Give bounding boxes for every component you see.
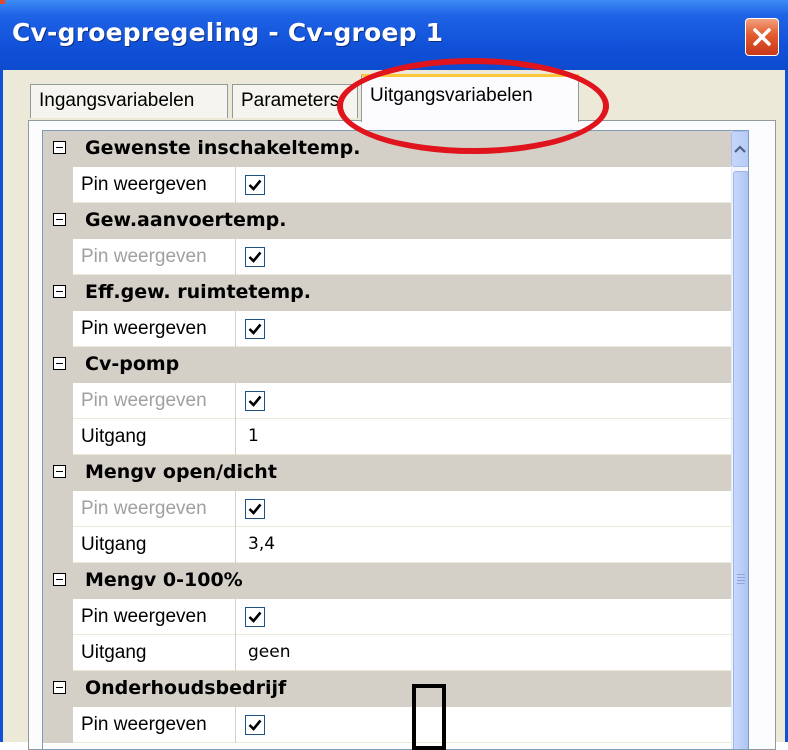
output-value[interactable]: 1 — [248, 426, 259, 446]
column-divider[interactable] — [235, 599, 236, 635]
category-row[interactable]: Onderhoudsbedrijf — [43, 671, 731, 707]
window-title: Cv-groepregeling - Cv-groep 1 — [12, 18, 444, 47]
property-label: Pin weergeven — [81, 318, 207, 339]
category-name: Onderhoudsbedrijf — [85, 677, 287, 699]
checkmark-icon — [248, 179, 262, 191]
column-divider[interactable] — [235, 491, 236, 527]
text-cursor-box — [412, 684, 446, 750]
tab-ingangsvariabelen[interactable]: Ingangsvariabelen — [30, 84, 228, 118]
property-row: Uitgang geen — [43, 635, 731, 671]
category-name: Gewenste inschakeltemp. — [85, 137, 361, 159]
pin-checkbox[interactable] — [245, 391, 265, 411]
collapse-minus-icon[interactable] — [53, 465, 66, 478]
column-divider[interactable] — [235, 707, 236, 743]
close-button[interactable] — [745, 18, 779, 56]
checkmark-icon — [248, 395, 262, 407]
property-row: Pin weergeven — [43, 167, 731, 203]
column-divider[interactable] — [235, 383, 236, 419]
collapse-minus-icon[interactable] — [53, 213, 66, 226]
collapse-minus-icon[interactable] — [53, 285, 66, 298]
output-value[interactable]: 3,4 — [248, 534, 275, 554]
pin-checkbox[interactable] — [245, 607, 265, 627]
category-row[interactable]: Cv-pomp — [43, 347, 731, 383]
checkmark-icon — [248, 611, 262, 623]
pin-checkbox[interactable] — [245, 715, 265, 735]
category-row[interactable]: Gew.aanvoertemp. — [43, 203, 731, 239]
category-name: Cv-pomp — [85, 353, 180, 375]
property-label: Pin weergeven — [81, 606, 207, 627]
corner-decoration — [0, 0, 5, 4]
property-row: Pin weergeven — [43, 311, 731, 347]
property-grid: Gewenste inschakeltemp. Pin weergeven Gew.… — [42, 130, 749, 750]
checkmark-icon — [248, 503, 262, 515]
collapse-minus-icon[interactable] — [53, 357, 66, 370]
row-gutter — [43, 383, 73, 419]
row-gutter — [43, 599, 73, 635]
row-gutter — [43, 239, 73, 275]
property-label: Pin weergeven — [81, 714, 207, 735]
category-name: Eff.gew. ruimtetemp. — [85, 281, 312, 303]
pin-checkbox[interactable] — [245, 175, 265, 195]
column-divider[interactable] — [235, 311, 236, 347]
row-gutter — [43, 527, 73, 563]
property-label: Pin weergeven — [81, 246, 207, 267]
row-gutter — [43, 419, 73, 455]
category-name: Mengv 0-100% — [85, 569, 243, 591]
highlight-ellipse — [337, 58, 609, 154]
column-divider[interactable] — [235, 239, 236, 275]
checkmark-icon — [248, 323, 262, 335]
scrollbar-thumb[interactable] — [733, 171, 748, 749]
row-gutter — [43, 707, 73, 743]
property-label: Pin weergeven — [81, 498, 207, 519]
collapse-minus-icon[interactable] — [53, 573, 66, 586]
property-row: Uitgang 3,4 — [43, 527, 731, 563]
collapse-minus-icon[interactable] — [53, 141, 66, 154]
pin-checkbox[interactable] — [245, 499, 265, 519]
close-x-icon — [753, 28, 771, 46]
property-row: Pin weergeven — [43, 383, 731, 419]
property-row: Pin weergeven — [43, 239, 731, 275]
property-row: Pin weergeven — [43, 707, 731, 743]
column-divider[interactable] — [235, 635, 236, 671]
category-name: Mengv open/dicht — [85, 461, 277, 483]
row-gutter — [43, 635, 73, 671]
checkmark-icon — [248, 251, 262, 263]
pin-checkbox[interactable] — [245, 319, 265, 339]
property-row: Pin weergeven — [43, 491, 731, 527]
row-gutter — [43, 491, 73, 527]
category-row[interactable]: Eff.gew. ruimtetemp. — [43, 275, 731, 311]
category-row[interactable]: Mengv open/dicht — [43, 455, 731, 491]
collapse-minus-icon[interactable] — [53, 681, 66, 694]
row-gutter — [43, 167, 73, 203]
column-divider[interactable] — [235, 167, 236, 203]
chevron-up-icon — [734, 145, 746, 153]
property-row: Uitgang 1 — [43, 419, 731, 455]
column-divider[interactable] — [235, 419, 236, 455]
pin-checkbox[interactable] — [245, 247, 265, 267]
property-label: Pin weergeven — [81, 390, 207, 411]
output-value[interactable]: geen — [248, 642, 290, 662]
category-name: Gew.aanvoertemp. — [85, 209, 287, 231]
property-label: Uitgang — [81, 642, 147, 663]
property-row: Pin weergeven — [43, 599, 731, 635]
category-row[interactable]: Mengv 0-100% — [43, 563, 731, 599]
property-label: Pin weergeven — [81, 174, 207, 195]
row-gutter — [43, 311, 73, 347]
property-label: Uitgang — [81, 426, 147, 447]
scroll-up-button[interactable] — [731, 131, 748, 167]
column-divider[interactable] — [235, 527, 236, 563]
grip-icon — [737, 574, 745, 586]
property-label: Uitgang — [81, 534, 147, 555]
checkmark-icon — [248, 719, 262, 731]
